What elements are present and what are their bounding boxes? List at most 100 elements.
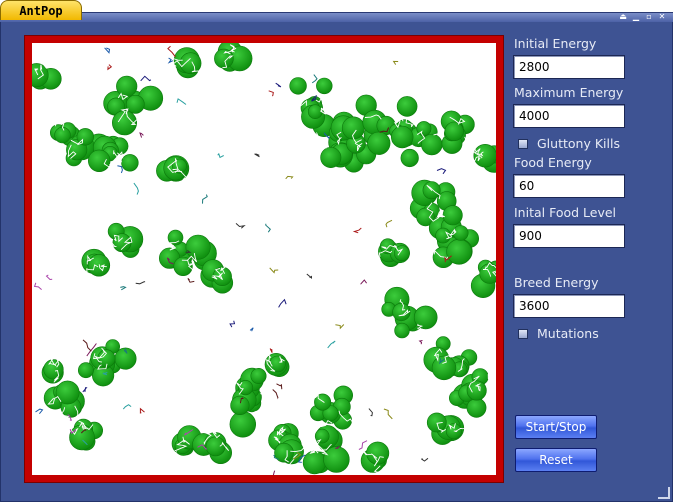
food-blob: [426, 412, 447, 433]
ant: [254, 153, 260, 158]
close-icon[interactable]: ✕: [657, 12, 667, 22]
ant: [360, 279, 368, 285]
ant: [421, 457, 429, 462]
food-blob: [444, 121, 464, 142]
food-blob: [435, 227, 451, 244]
ant: [392, 60, 399, 65]
food-blob: [205, 436, 226, 457]
food-blob: [289, 77, 307, 95]
breed-energy-label: Breed Energy: [514, 275, 599, 290]
ant: [272, 470, 276, 475]
maximize-icon[interactable]: ▫: [644, 12, 654, 22]
maximum-energy-field[interactable]: [513, 104, 625, 128]
start-stop-label: Start/Stop: [525, 420, 587, 434]
ant-trail: [164, 451, 178, 460]
food-blob: [323, 446, 350, 473]
food-blob: [78, 362, 94, 379]
food-blob: [229, 411, 257, 438]
ant: [436, 168, 447, 175]
food-blob: [394, 322, 410, 339]
restore-icon[interactable]: ⏏: [618, 12, 628, 22]
ant: [120, 286, 127, 291]
window-controls: ⏏ ▁ ▫ ✕: [618, 12, 667, 22]
ant: [269, 348, 273, 353]
ant: [45, 274, 53, 281]
ant: [327, 340, 336, 349]
food-blob: [214, 48, 234, 69]
ant: [385, 219, 393, 228]
initial-food-label: Inital Food Level: [514, 205, 617, 220]
start-stop-button[interactable]: Start/Stop: [515, 415, 597, 439]
ant: [278, 298, 287, 308]
food-energy-field[interactable]: [513, 174, 625, 198]
food-blob: [230, 395, 250, 416]
ant: [306, 273, 312, 279]
window-title: AntPop: [19, 3, 63, 18]
food-blob: [250, 367, 267, 384]
ant: [352, 227, 362, 234]
resize-grip-icon[interactable]: [658, 487, 670, 499]
ant: [117, 165, 123, 174]
food-blob: [341, 116, 365, 140]
initial-energy-label: Initial Energy: [514, 36, 597, 51]
food-blob: [125, 94, 145, 114]
ant: [140, 75, 152, 82]
mutations-label: Mutations: [537, 326, 599, 341]
mutations-checkbox[interactable]: [518, 329, 528, 339]
ant: [249, 327, 254, 332]
ant: [272, 389, 279, 400]
title-bar[interactable]: [0, 12, 673, 22]
food-blob: [55, 380, 80, 405]
food-blob: [391, 125, 414, 149]
initial-energy-field[interactable]: [513, 55, 625, 79]
food-blob: [367, 131, 391, 155]
food-blob: [400, 148, 419, 168]
ant-trail: [260, 387, 270, 395]
food-blob: [307, 104, 323, 119]
ant-trail: [349, 101, 355, 116]
food-blob: [316, 77, 333, 95]
window-title-tab[interactable]: AntPop: [0, 0, 82, 20]
reset-label: Reset: [539, 453, 573, 467]
maximum-energy-label: Maximum Energy: [514, 85, 624, 100]
ant-trail: [464, 136, 477, 153]
gluttony-kills-label: Gluttony Kills: [537, 136, 620, 151]
initial-food-field[interactable]: [513, 224, 625, 248]
ant: [167, 57, 174, 64]
food-blob: [87, 149, 111, 173]
ant: [107, 64, 113, 71]
food-blob: [396, 96, 418, 117]
ant: [358, 440, 368, 450]
ant: [139, 132, 144, 138]
ant: [276, 383, 283, 390]
reset-button[interactable]: Reset: [515, 448, 597, 472]
simulation-canvas[interactable]: [32, 43, 496, 475]
ant: [275, 82, 282, 88]
ant: [268, 90, 274, 97]
food-blob: [473, 144, 496, 168]
gluttony-kills-checkbox[interactable]: [518, 139, 528, 149]
ant: [35, 408, 44, 415]
breed-energy-field[interactable]: [513, 294, 625, 318]
ant: [82, 387, 88, 393]
ant: [285, 175, 294, 180]
ant: [418, 340, 423, 345]
ant: [202, 194, 208, 204]
ant: [368, 408, 373, 417]
food-blob: [302, 450, 327, 475]
ant: [235, 223, 246, 229]
ant-trail: [487, 371, 495, 383]
food-blob: [466, 380, 487, 401]
minimize-icon[interactable]: ▁: [631, 12, 641, 22]
ant: [33, 282, 42, 290]
food-blob: [87, 254, 111, 277]
ant: [139, 407, 145, 414]
food-blob: [452, 225, 469, 241]
ant: [311, 74, 318, 84]
ant: [187, 278, 195, 283]
ant: [335, 324, 345, 330]
simulation-border: [24, 35, 504, 483]
ant: [135, 281, 146, 285]
ant: [104, 47, 111, 54]
food-blob: [121, 154, 139, 172]
